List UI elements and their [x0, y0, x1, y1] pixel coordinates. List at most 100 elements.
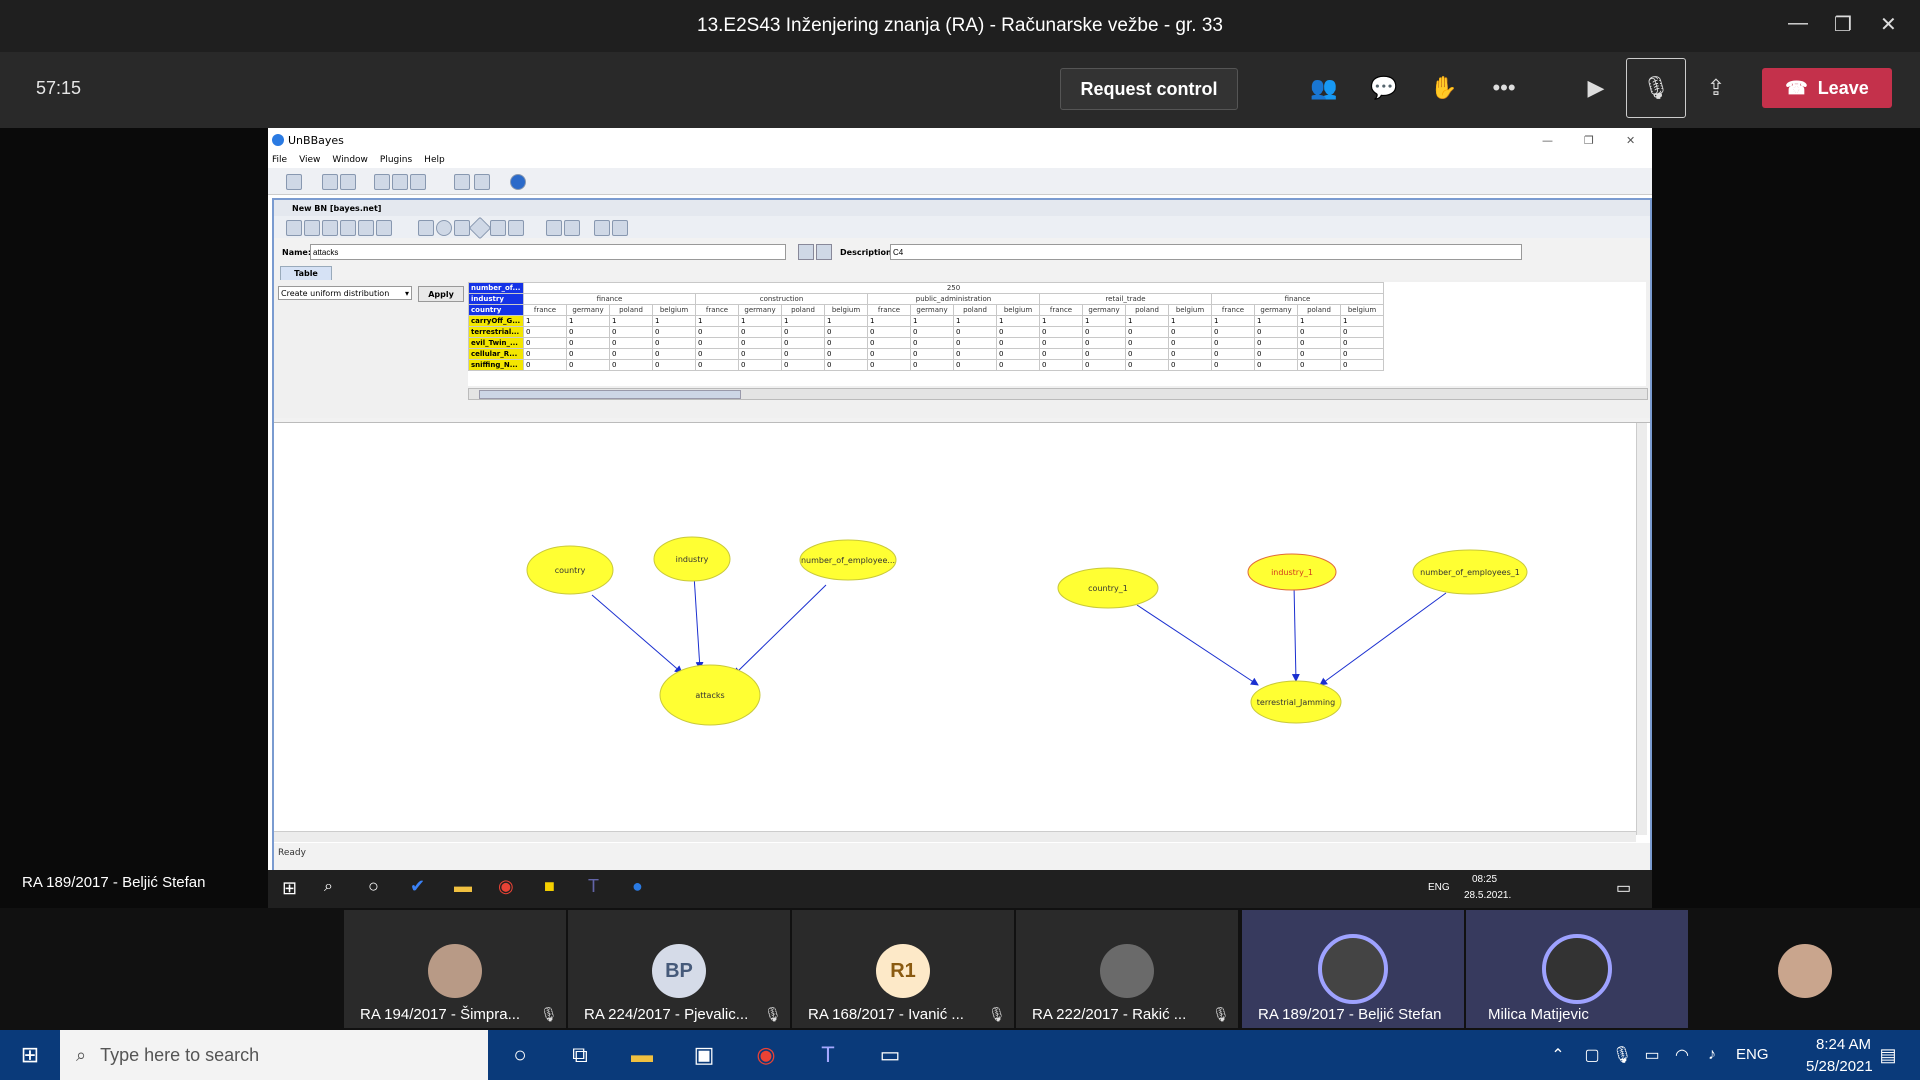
- probabilistic-node-icon[interactable]: [436, 220, 452, 236]
- probability-cell[interactable]: 0: [1297, 348, 1341, 360]
- tray-chevron-icon[interactable]: ⌃: [1540, 1038, 1576, 1072]
- probability-cell[interactable]: 0: [566, 326, 610, 338]
- probability-cell[interactable]: 0: [1211, 359, 1255, 371]
- probability-cell[interactable]: 0: [1125, 337, 1169, 349]
- probability-cell[interactable]: 0: [953, 359, 997, 371]
- probability-cell[interactable]: 1: [738, 315, 782, 327]
- menu-view[interactable]: View: [299, 155, 320, 165]
- run-icon[interactable]: [546, 220, 562, 236]
- windows-start-icon[interactable]: ⊞: [12, 1038, 48, 1072]
- probability-cell[interactable]: 0: [609, 326, 653, 338]
- probability-cell[interactable]: 0: [566, 348, 610, 360]
- probability-cell[interactable]: 1: [1340, 315, 1384, 327]
- input-language[interactable]: ENG: [1736, 1046, 1769, 1063]
- menu-plugins[interactable]: Plugins: [380, 155, 412, 165]
- probability-cell[interactable]: 0: [781, 337, 825, 349]
- cortana-icon[interactable]: ○: [502, 1038, 538, 1072]
- close-icon[interactable]: ✕: [1880, 12, 1897, 37]
- action-center-icon[interactable]: ▤: [1870, 1038, 1906, 1072]
- chat-icon[interactable]: 💬: [1364, 72, 1404, 104]
- probability-cell[interactable]: 0: [1254, 337, 1298, 349]
- tile-icon[interactable]: [474, 174, 490, 190]
- leave-button[interactable]: ☎ Leave: [1762, 68, 1892, 108]
- probability-cell[interactable]: 1: [1297, 315, 1341, 327]
- probability-cell[interactable]: 1: [652, 315, 696, 327]
- probability-cell[interactable]: 0: [1211, 337, 1255, 349]
- probability-cell[interactable]: 0: [781, 359, 825, 371]
- probability-cell[interactable]: 0: [1082, 337, 1126, 349]
- table-icon[interactable]: [508, 220, 524, 236]
- probability-cell[interactable]: 1: [1125, 315, 1169, 327]
- cortana-icon[interactable]: ○: [368, 876, 379, 897]
- scrollbar-thumb[interactable]: [479, 390, 741, 399]
- probability-cell[interactable]: 0: [738, 337, 782, 349]
- evidence-icon[interactable]: [564, 220, 580, 236]
- app-maximize-icon[interactable]: ❐: [1584, 134, 1594, 147]
- open-icon[interactable]: [322, 174, 338, 190]
- reactions-icon[interactable]: ✋: [1424, 72, 1464, 104]
- probability-cell[interactable]: 0: [695, 348, 739, 360]
- restore-icon[interactable]: ❐: [1834, 12, 1852, 37]
- probability-cell[interactable]: 0: [1297, 337, 1341, 349]
- home-icon[interactable]: [410, 174, 426, 190]
- menu-help[interactable]: Help: [424, 155, 445, 165]
- probability-cell[interactable]: 0: [1082, 348, 1126, 360]
- start-icon[interactable]: ⊞: [282, 878, 297, 899]
- probability-cell[interactable]: 1: [609, 315, 653, 327]
- notification-icon[interactable]: ▭: [1616, 878, 1631, 898]
- probability-cell[interactable]: 0: [867, 326, 911, 338]
- file-explorer-icon[interactable]: ▬: [454, 876, 472, 897]
- todo-icon[interactable]: ✔: [410, 876, 425, 897]
- teams-icon[interactable]: T: [588, 876, 599, 897]
- probability-cell[interactable]: 0: [953, 337, 997, 349]
- participant-tile[interactable]: Milica Matijevic: [1466, 910, 1688, 1028]
- probability-cell[interactable]: 0: [867, 359, 911, 371]
- probability-cell[interactable]: 0: [652, 326, 696, 338]
- probability-cell[interactable]: 1: [1168, 315, 1212, 327]
- probability-cell[interactable]: 0: [1125, 359, 1169, 371]
- probability-cell[interactable]: 0: [996, 337, 1040, 349]
- probability-cell[interactable]: 0: [953, 326, 997, 338]
- participant-tile[interactable]: RA 189/2017 - Beljić Stefan: [1242, 910, 1464, 1028]
- save-net-icon[interactable]: [340, 220, 356, 236]
- tab-table[interactable]: Table: [280, 266, 332, 281]
- probability-cell[interactable]: 0: [566, 359, 610, 371]
- participant-tile[interactable]: BP RA 224/2017 - Pjevalic... 🎙: [568, 910, 790, 1028]
- cascade-icon[interactable]: [454, 174, 470, 190]
- network-graph-canvas[interactable]: country industry number_of_employee... a…: [274, 422, 1650, 843]
- probability-cell[interactable]: 0: [1168, 359, 1212, 371]
- probability-cell[interactable]: 0: [824, 348, 868, 360]
- probability-cell[interactable]: 0: [1297, 359, 1341, 371]
- probability-cell[interactable]: 0: [609, 359, 653, 371]
- collapse-icon[interactable]: [322, 220, 338, 236]
- menu-window[interactable]: Window: [332, 155, 368, 165]
- search-icon[interactable]: ⌕: [324, 878, 333, 896]
- apply-button[interactable]: Apply: [418, 286, 464, 302]
- clock-date[interactable]: 5/28/2021: [1806, 1058, 1873, 1075]
- app-minimize-icon[interactable]: —: [1542, 134, 1553, 147]
- probability-cell[interactable]: 0: [824, 337, 868, 349]
- compile-icon[interactable]: [286, 220, 302, 236]
- probability-cell[interactable]: 0: [824, 326, 868, 338]
- probability-cell[interactable]: 0: [1340, 359, 1384, 371]
- probability-cell[interactable]: 0: [1082, 359, 1126, 371]
- probability-cell[interactable]: 0: [910, 348, 954, 360]
- select-icon[interactable]: [418, 220, 434, 236]
- probability-cell[interactable]: 0: [566, 337, 610, 349]
- probability-cell[interactable]: 0: [1211, 326, 1255, 338]
- probability-cell[interactable]: 1: [996, 315, 1040, 327]
- graph-vertical-scrollbar[interactable]: [1636, 423, 1647, 835]
- terminal-icon[interactable]: ▭: [872, 1038, 908, 1072]
- app-close-icon[interactable]: ✕: [1626, 134, 1635, 147]
- load-net-icon[interactable]: [358, 220, 374, 236]
- probability-cell[interactable]: 1: [1039, 315, 1083, 327]
- probability-cell[interactable]: 0: [1039, 359, 1083, 371]
- probability-cell[interactable]: 0: [953, 348, 997, 360]
- save-icon[interactable]: [340, 174, 356, 190]
- minimize-icon[interactable]: —: [1788, 12, 1808, 35]
- probability-cell[interactable]: 1: [953, 315, 997, 327]
- probability-cell[interactable]: 0: [1254, 326, 1298, 338]
- participant-tile[interactable]: RA 222/2017 - Rakić ... 🎙: [1016, 910, 1238, 1028]
- camera-off-icon[interactable]: ▶: [1576, 72, 1616, 104]
- probability-cell[interactable]: 0: [523, 348, 567, 360]
